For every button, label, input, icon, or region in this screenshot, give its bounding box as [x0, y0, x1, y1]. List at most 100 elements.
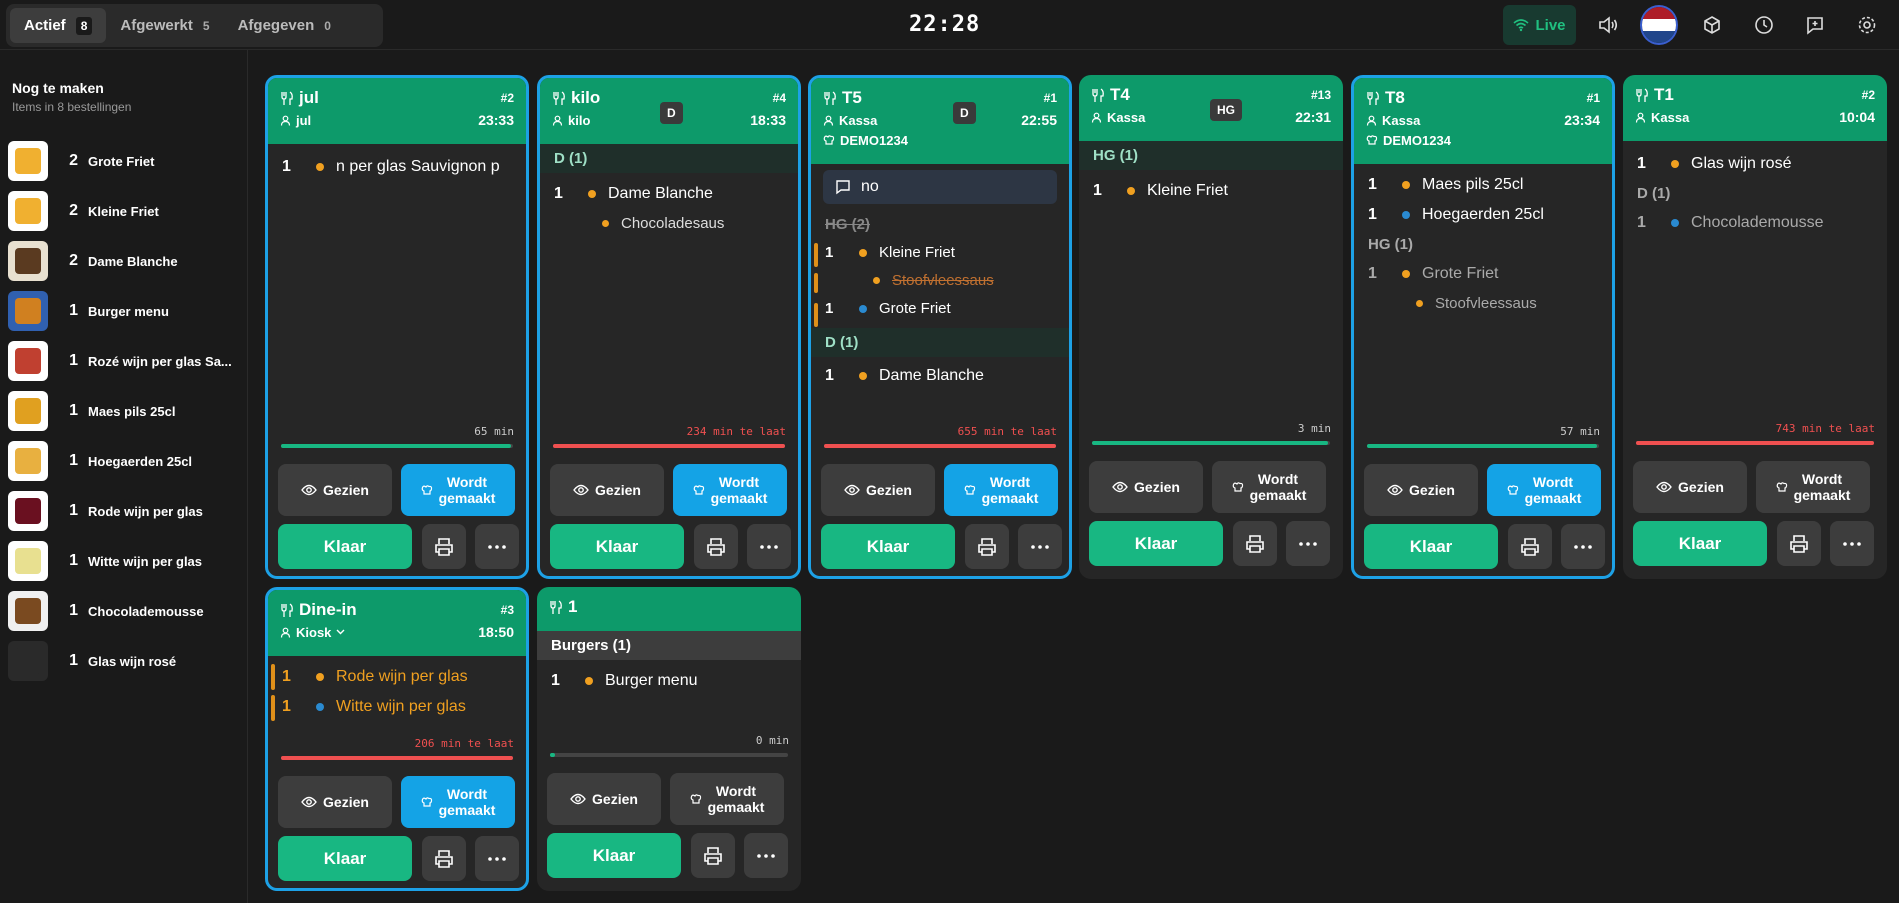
settings-icon[interactable] [1852, 10, 1882, 40]
sidebar-item[interactable]: 2 Kleine Friet [8, 190, 243, 232]
print-button[interactable] [1508, 524, 1552, 569]
live-button[interactable]: Live [1503, 5, 1576, 45]
line-name: Burger menu [605, 672, 698, 689]
in-progress-button[interactable]: Wordt gemaakt [1756, 461, 1870, 513]
ready-button[interactable]: Klaar [550, 524, 684, 569]
order-line[interactable]: 1 Hoegaerden 25cl [1354, 200, 1612, 230]
order-card[interactable]: T1 #2 Kassa 10:04 1 Glas wijn rosé D (1) 1 Choco… [1623, 75, 1887, 579]
sidebar-item[interactable]: 1 Rode wijn per glas [8, 490, 243, 532]
sidebar-item-qty: 2 [69, 202, 78, 219]
order-card[interactable]: T4 #13 Kassa 22:31 HG HG (1) 1 Kleine Friet 3 mi… [1079, 75, 1343, 579]
tab-count: 8 [75, 16, 93, 35]
seen-button[interactable]: Gezien [1633, 461, 1747, 513]
print-button[interactable] [965, 524, 1009, 569]
in-progress-label-line1: Wordt [446, 786, 488, 802]
tab-afgegeven[interactable]: Afgegeven 0 [224, 8, 345, 43]
ready-button[interactable]: Klaar [1089, 521, 1223, 566]
in-progress-button[interactable]: Wordt gemaakt [401, 776, 515, 828]
seen-button[interactable]: Gezien [1364, 464, 1478, 516]
order-user[interactable]: Kiosk [280, 625, 345, 640]
more-button[interactable] [1018, 524, 1062, 569]
more-icon [488, 544, 506, 549]
order-line[interactable]: 1 Grote Friet [811, 295, 1069, 322]
print-button[interactable] [422, 836, 466, 881]
order-line[interactable]: 1 Grote Friet [1354, 259, 1612, 289]
order-line[interactable]: 1 Chocolademousse [1623, 208, 1887, 238]
order-line[interactable]: 1 Burger menu [537, 666, 801, 696]
sidebar-item[interactable]: 1 Chocolademousse [8, 590, 243, 632]
sidebar-item[interactable]: 1 Glas wijn rosé [8, 640, 243, 682]
order-line[interactable]: 1 Dame Blanche [540, 179, 798, 209]
order-user-label: kilo [568, 112, 591, 128]
print-button[interactable] [691, 833, 735, 878]
order-note: no [823, 170, 1057, 204]
order-items: no HG (2) 1 Kleine Friet Stoofvleessaus 1 Grot… [811, 170, 1069, 391]
more-button[interactable] [1561, 524, 1605, 569]
line-qty: 1 [1368, 176, 1377, 193]
order-time: 18:50 [478, 624, 514, 640]
order-line[interactable]: 1 Glas wijn rosé [1623, 149, 1887, 179]
order-card[interactable]: kilo #4 kilo 18:33 D D (1) 1 Dame Blanche Chocol… [537, 75, 801, 579]
seen-button[interactable]: Gezien [547, 773, 661, 825]
order-card[interactable]: T5 #1 Kassa 22:55 DEMO1234 Dno HG (2) 1 Kleine F… [808, 75, 1072, 579]
order-card[interactable]: 1 Burgers (1) 1 Burger menu 0 min Gezien Wor… [537, 587, 801, 891]
order-number: #4 [772, 91, 786, 105]
sidebar-item[interactable]: 1 Rozé wijn per glas Sa... [8, 340, 243, 382]
box-icon[interactable] [1697, 10, 1727, 40]
seen-button[interactable]: Gezien [550, 464, 664, 516]
more-button[interactable] [744, 833, 788, 878]
sidebar-item[interactable]: 2 Grote Friet [8, 140, 243, 182]
order-line[interactable]: 1 Dame Blanche [811, 361, 1069, 391]
seen-button[interactable]: Gezien [821, 464, 935, 516]
order-card[interactable]: Dine-in #3 Kiosk 18:50 1 Rode wijn per glas 1 W… [265, 587, 529, 891]
order-card[interactable]: T8 #1 Kassa 23:34 DEMO1234 1 Maes pils 25cl 1 Ho… [1351, 75, 1615, 579]
seen-button[interactable]: Gezien [278, 464, 392, 516]
seen-label: Gezien [595, 482, 641, 498]
order-line[interactable]: 1 Maes pils 25cl [1354, 170, 1612, 200]
more-button[interactable] [1830, 521, 1874, 566]
tab-actief[interactable]: Actief 8 [10, 8, 107, 43]
in-progress-button[interactable]: Wordt gemaakt [670, 773, 784, 825]
order-line[interactable]: 1 n per glas Sauvignon p [268, 152, 526, 182]
add-message-icon[interactable] [1800, 10, 1830, 40]
seen-button[interactable]: Gezien [1089, 461, 1203, 513]
order-line[interactable]: 1 Witte wijn per glas [268, 692, 526, 722]
ready-button[interactable]: Klaar [547, 833, 681, 878]
in-progress-button[interactable]: Wordt gemaakt [673, 464, 787, 516]
in-progress-button[interactable]: Wordt gemaakt [1212, 461, 1326, 513]
order-card[interactable]: jul #2 jul 23:33 1 n per glas Sauvignon p 65 m… [265, 75, 529, 579]
sidebar-item[interactable]: 1 Hoegaerden 25cl [8, 440, 243, 482]
tab-afgewerkt[interactable]: Afgewerkt 5 [106, 8, 223, 43]
ready-button[interactable]: Klaar [1364, 524, 1498, 569]
sidebar-item[interactable]: 2 Dame Blanche [8, 240, 243, 282]
status-dot [316, 673, 324, 681]
more-button[interactable] [475, 836, 519, 881]
print-button[interactable] [694, 524, 738, 569]
sidebar-item[interactable]: 1 Witte wijn per glas [8, 540, 243, 582]
clock-icon[interactable] [1749, 10, 1779, 40]
order-line[interactable]: 1 Rode wijn per glas [268, 662, 526, 692]
order-line[interactable]: 1 Kleine Friet [811, 239, 1069, 266]
print-button[interactable] [1233, 521, 1277, 566]
seen-button[interactable]: Gezien [278, 776, 392, 828]
sidebar-item[interactable]: 1 Maes pils 25cl [8, 390, 243, 432]
order-line[interactable]: 1 Kleine Friet [1079, 176, 1343, 206]
language-flag-icon[interactable] [1640, 5, 1678, 45]
more-button[interactable] [1286, 521, 1330, 566]
print-button[interactable] [422, 524, 466, 569]
ready-button[interactable]: Klaar [821, 524, 955, 569]
sidebar-item[interactable]: 1 Burger menu [8, 290, 243, 332]
ready-button[interactable]: Klaar [278, 524, 412, 569]
ready-button[interactable]: Klaar [1633, 521, 1767, 566]
in-progress-button[interactable]: Wordt gemaakt [401, 464, 515, 516]
in-progress-button[interactable]: Wordt gemaakt [944, 464, 1058, 516]
in-progress-button[interactable]: Wordt gemaakt [1487, 464, 1601, 516]
volume-icon[interactable] [1593, 10, 1623, 40]
in-progress-label: Wordt gemaakt [439, 786, 496, 818]
order-table: kilo [552, 88, 600, 108]
line-name: Dame Blanche [608, 185, 713, 202]
more-button[interactable] [475, 524, 519, 569]
ready-button[interactable]: Klaar [278, 836, 412, 881]
more-button[interactable] [747, 524, 791, 569]
print-button[interactable] [1777, 521, 1821, 566]
